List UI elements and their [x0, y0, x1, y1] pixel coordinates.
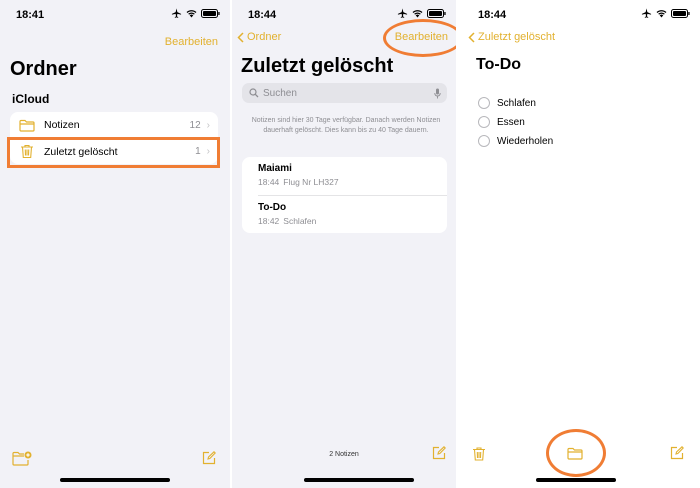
status-time: 18:44: [248, 9, 277, 21]
status-time: 18:41: [16, 9, 45, 21]
search-placeholder: Suchen: [263, 87, 297, 99]
deleted-notes-list: Maiami 18:44 Flug Nr LH327 To-Do 18:42 Sch…: [242, 157, 447, 233]
folder-name: Zuletzt gelöscht: [44, 145, 118, 158]
chevron-left-icon: [468, 31, 475, 43]
checkbox-circle-icon[interactable]: [478, 97, 490, 109]
note-row-maiami[interactable]: Maiami 18:44 Flug Nr LH327: [242, 157, 447, 195]
home-indicator[interactable]: [536, 478, 616, 482]
battery-icon: [201, 8, 220, 18]
compose-icon: [670, 446, 684, 460]
folder-row-zuletzt-geloescht[interactable]: Zuletzt gelöscht 1 ›: [10, 138, 218, 164]
edit-button[interactable]: Bearbeiten: [165, 36, 218, 48]
note-detail-screen: 18:44 Zuletzt gelöscht To-Do Schlafen Es…: [458, 0, 700, 488]
back-button[interactable]: Ordner: [237, 31, 281, 43]
trash-icon: [473, 447, 485, 461]
checklist-item[interactable]: Wiederholen: [478, 135, 553, 147]
note-title: To-Do: [258, 202, 287, 213]
recently-deleted-screen: 18:44 Ordner Bearbeiten Zuletzt gelöscht…: [232, 0, 456, 488]
folder-count: 1: [195, 146, 201, 157]
note-time: 18:42: [258, 216, 280, 226]
note-count: 2 Notizen: [329, 451, 359, 458]
section-header-icloud: iCloud: [12, 92, 50, 106]
note-title: Maiami: [258, 163, 292, 174]
folder-icon: [567, 447, 583, 460]
back-label: Ordner: [247, 31, 282, 43]
status-bar: 18:44: [232, 6, 456, 22]
folder-count: 12: [189, 119, 201, 131]
checklist-item[interactable]: Essen: [478, 116, 525, 128]
checklist-label: Wiederholen: [497, 135, 554, 147]
note-time: 18:44: [258, 177, 280, 187]
search-bar[interactable]: Suchen: [242, 83, 447, 103]
compose-button[interactable]: [432, 446, 446, 460]
chevron-right-icon: ›: [206, 146, 210, 157]
note-subtitle: 18:42 Schlafen: [258, 216, 447, 226]
status-bar: 18:44: [458, 6, 700, 22]
new-folder-icon: [12, 451, 32, 466]
trash-icon: [21, 144, 33, 159]
note-snippet: Flug Nr LH327: [283, 177, 339, 187]
folders-screen: 18:41 Bearbeiten Ordner iCloud Notizen 1…: [0, 0, 230, 488]
status-bar: 18:41: [0, 6, 230, 22]
folder-row-notizen[interactable]: Notizen 12 ›: [10, 112, 218, 138]
wifi-icon: [186, 9, 197, 18]
airplane-icon: [397, 8, 408, 18]
compose-button[interactable]: [202, 451, 216, 465]
chevron-right-icon: ›: [206, 119, 210, 131]
checkbox-circle-icon[interactable]: [478, 116, 490, 128]
checklist-label: Essen: [497, 116, 525, 128]
airplane-icon: [171, 8, 182, 18]
folder-name: Notizen: [44, 119, 80, 131]
checklist-item[interactable]: Schlafen: [478, 97, 536, 109]
battery-icon: [671, 8, 690, 18]
status-time: 18:44: [478, 9, 507, 21]
note-snippet: Schlafen: [283, 216, 317, 226]
compose-icon: [432, 446, 446, 460]
battery-icon: [427, 8, 446, 18]
move-to-folder-button[interactable]: [567, 447, 583, 460]
edit-button[interactable]: Bearbeiten: [395, 31, 448, 43]
note-title: To-Do: [476, 56, 522, 73]
back-button[interactable]: Zuletzt gelöscht: [468, 31, 555, 43]
folder-icon: [19, 119, 35, 132]
note-row-todo[interactable]: To-Do 18:42 Schlafen: [258, 195, 447, 233]
compose-icon: [202, 451, 216, 465]
airplane-icon: [641, 8, 652, 18]
page-title: Ordner: [10, 58, 77, 80]
chevron-left-icon: [237, 31, 244, 43]
delete-button[interactable]: [472, 446, 486, 462]
search-icon: [249, 88, 259, 98]
microphone-icon: [434, 88, 441, 98]
home-indicator[interactable]: [304, 478, 414, 482]
page-title: Zuletzt gelöscht: [241, 55, 394, 77]
folder-list: Notizen 12 › Zuletzt gelöscht 1 ›: [10, 112, 218, 164]
back-label: Zuletzt gelöscht: [478, 31, 556, 43]
wifi-icon: [656, 9, 667, 18]
checklist-label: Schlafen: [497, 97, 536, 109]
new-folder-button[interactable]: [12, 451, 32, 466]
wifi-icon: [412, 9, 423, 18]
note-subtitle: 18:44 Flug Nr LH327: [258, 177, 447, 187]
compose-button[interactable]: [670, 446, 684, 460]
home-indicator[interactable]: [60, 478, 170, 482]
checkbox-circle-icon[interactable]: [478, 135, 490, 147]
deletion-info-text: Notizen sind hier 30 Tage verfügbar. Dan…: [251, 117, 441, 134]
